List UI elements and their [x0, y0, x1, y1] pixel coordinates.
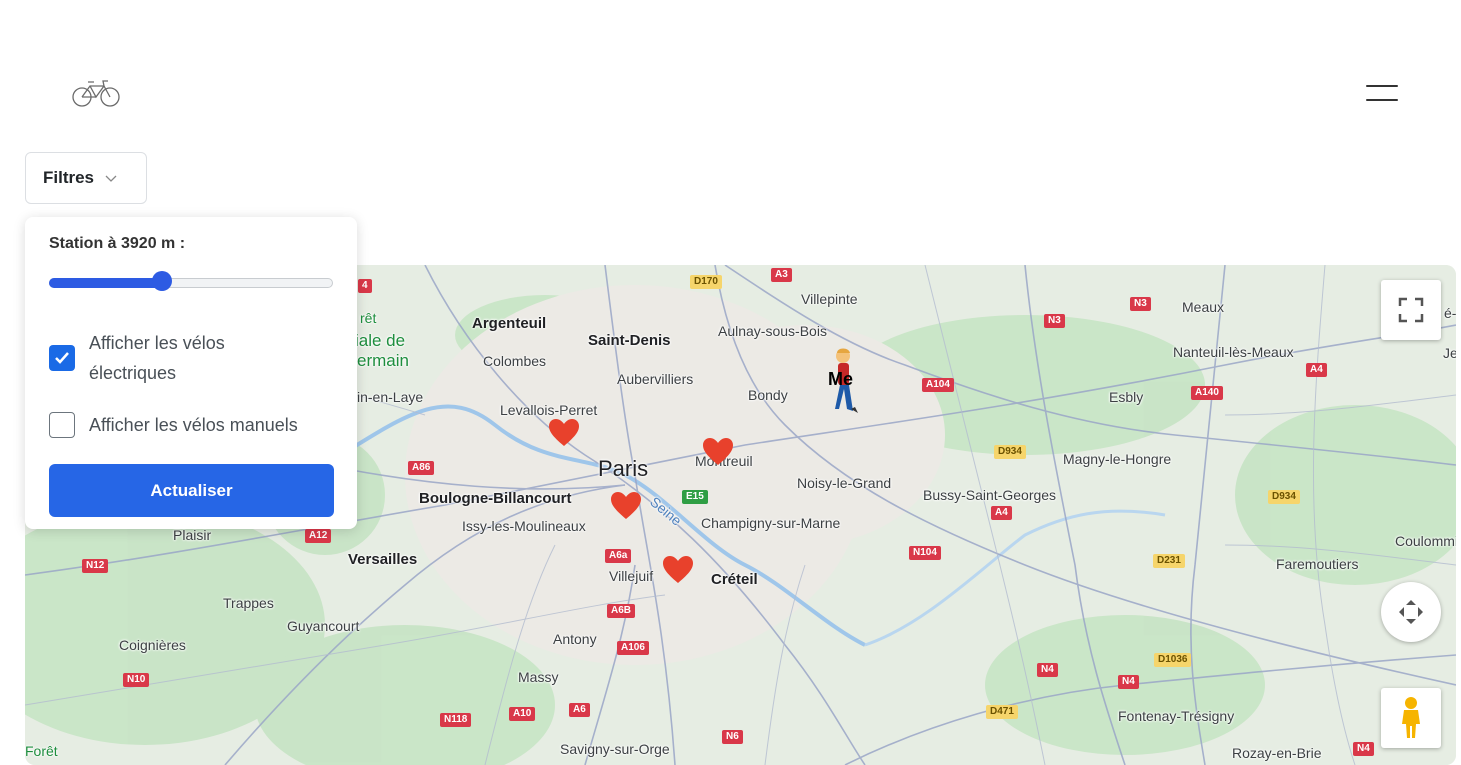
fullscreen-icon: [1398, 297, 1424, 323]
place-label: Boulogne-Billancourt: [419, 490, 572, 507]
place-label: Bondy: [748, 387, 788, 403]
camera-control-icon: [1399, 600, 1423, 624]
road-label: D934: [1268, 490, 1300, 504]
place-label: Coulommie: [1395, 533, 1456, 549]
road-label: N12: [82, 559, 109, 573]
me-label: Me: [828, 369, 854, 389]
road-label: A4: [1306, 363, 1327, 377]
heart-icon[interactable]: [610, 491, 642, 521]
bicycle-icon[interactable]: [70, 78, 122, 108]
place-label: iale de: [355, 331, 406, 350]
place-label: Coignières: [119, 637, 186, 653]
heart-icon[interactable]: [702, 437, 734, 467]
distance-slider[interactable]: [49, 271, 333, 291]
road-label: D471: [986, 705, 1018, 719]
place-label: rêt: [360, 310, 377, 326]
road-label: A4: [991, 506, 1012, 520]
hamburger-menu-icon[interactable]: [1364, 82, 1402, 106]
road-label: D1036: [1154, 653, 1192, 667]
road-label: A106: [617, 641, 649, 655]
filters-button-label: Filtres: [43, 168, 95, 187]
place-label: Guyancourt: [287, 618, 360, 634]
road-label: A6B: [607, 604, 636, 618]
place-label: in-en-Laye: [357, 389, 424, 405]
road-label: D170: [690, 275, 722, 289]
manual-bikes-checkbox-row[interactable]: Afficher les vélos manuels: [49, 410, 298, 440]
manual-bikes-checkbox[interactable]: [49, 412, 75, 438]
place-label: Massy: [518, 669, 559, 685]
place-label: Levallois-Perret: [500, 402, 598, 418]
station-distance-label: Station à 3920 m :: [49, 235, 186, 252]
place-label: Aubervilliers: [617, 371, 694, 387]
road-label: N118: [440, 713, 472, 727]
road-label: N4: [1118, 675, 1139, 689]
road-label: A3: [771, 268, 792, 282]
place-label: Issy-les-Moulineaux: [462, 518, 586, 534]
slider-fill: [49, 278, 162, 288]
camera-control-button[interactable]: [1381, 582, 1441, 642]
place-label: Paris: [598, 456, 649, 481]
place-label: Argenteuil: [472, 315, 547, 332]
filters-panel: Station à 3920 m : Afficher les vélos él…: [25, 217, 357, 529]
place-label: Je: [1443, 345, 1456, 361]
place-label: Versailles: [348, 551, 418, 568]
road-label: 4: [358, 279, 372, 293]
road-label: N4: [1037, 663, 1058, 677]
checkmark-icon: [55, 352, 69, 364]
heart-icon[interactable]: [548, 418, 580, 448]
pegman-icon: [1402, 697, 1420, 738]
place-label: Rozay-en-Brie: [1232, 745, 1322, 761]
place-label: Trappes: [223, 595, 274, 611]
pegman-button[interactable]: [1381, 688, 1441, 748]
place-label: Fontenay-Trésigny: [1118, 708, 1235, 724]
place-label: Créteil: [711, 571, 758, 588]
electric-bikes-label: Afficher les vélos électriques: [89, 333, 225, 383]
road-label: E15: [682, 490, 708, 504]
place-label: Meaux: [1182, 299, 1225, 315]
place-label: Champigny-sur-Marne: [701, 515, 841, 531]
fullscreen-button[interactable]: [1381, 280, 1441, 340]
electric-bikes-checkbox[interactable]: [49, 345, 75, 371]
road-label: A6: [569, 703, 590, 717]
place-label: Forêt: [25, 743, 58, 759]
road-label: N104: [909, 546, 941, 560]
heart-icon[interactable]: [662, 555, 694, 585]
place-label: Plaisir: [173, 527, 212, 543]
place-label: Bussy-Saint-Georges: [923, 487, 1057, 503]
place-label: Villejuif: [609, 568, 654, 584]
road-label: N3: [1044, 314, 1065, 328]
place-label: Villepinte: [801, 291, 858, 307]
place-label: Antony: [553, 631, 597, 647]
road-label: D934: [994, 445, 1026, 459]
place-label: Faremoutiers: [1276, 556, 1359, 572]
place-label: Aulnay-sous-Bois: [718, 323, 827, 339]
place-label: Esbly: [1109, 389, 1144, 405]
place-label: é-: [1444, 305, 1456, 321]
electric-bikes-checkbox-row[interactable]: Afficher les vélos électriques: [49, 328, 279, 388]
manual-bikes-label: Afficher les vélos manuels: [89, 415, 298, 435]
update-button[interactable]: Actualiser: [49, 464, 334, 517]
road-label: A6a: [605, 549, 632, 563]
road-label: N6: [722, 730, 743, 744]
place-label: Saint-Denis: [588, 332, 671, 349]
road-label: A140: [1191, 386, 1223, 400]
road-label: A104: [922, 378, 954, 392]
place-label: Colombes: [483, 353, 547, 369]
slider-thumb[interactable]: [151, 271, 172, 291]
chevron-down-icon: [105, 175, 117, 182]
road-label: N4: [1353, 742, 1374, 756]
place-label: Magny-le-Hongre: [1063, 451, 1172, 467]
road-label: A86: [408, 461, 435, 475]
place-label: Noisy-le-Grand: [797, 475, 892, 491]
road-label: A12: [305, 529, 332, 543]
filters-dropdown-button[interactable]: Filtres: [25, 152, 147, 204]
road-label: D231: [1153, 554, 1185, 568]
road-label: N10: [123, 673, 150, 687]
road-label: N3: [1130, 297, 1151, 311]
place-label: ermain: [357, 351, 409, 370]
road-label: A10: [509, 707, 536, 721]
place-label: Nanteuil-lès-Meaux: [1173, 344, 1294, 360]
